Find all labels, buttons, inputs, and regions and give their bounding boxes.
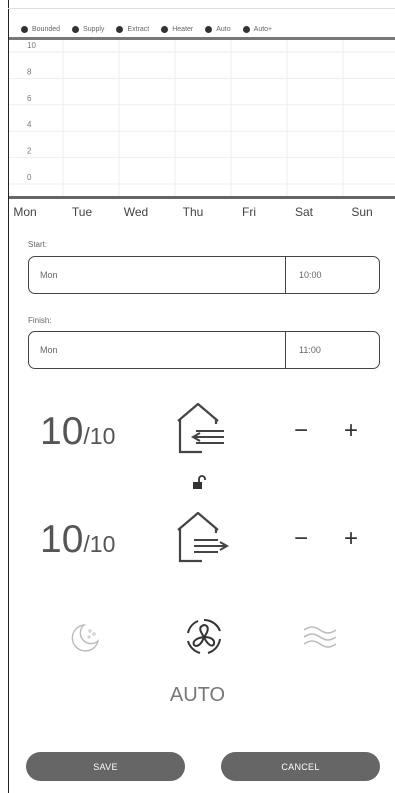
legend-label: Bounded — [32, 25, 61, 33]
night-mode-moon-icon[interactable] — [68, 621, 102, 655]
y-tick-label: 8 — [27, 67, 32, 76]
supply-increase-button[interactable]: + — [340, 419, 362, 443]
legend-item-supply[interactable]: Supply — [72, 25, 105, 33]
fan-auto-icon[interactable] — [184, 617, 224, 657]
x-axis-labels: Mon Tue Wed Thu Fri Sat Sun — [9, 205, 395, 221]
supply-house-icon — [177, 402, 224, 454]
finish-field: Mon 11:00 — [28, 331, 380, 369]
x-tick-label: Fri — [242, 205, 256, 219]
legend-dot — [161, 25, 169, 33]
extract-level-value: 10 — [40, 518, 84, 561]
cancel-button[interactable]: CANCEL — [221, 752, 380, 781]
start-time-input[interactable]: 10:00 — [286, 257, 379, 293]
top-divider — [8, 8, 395, 9]
legend-label: Supply — [83, 25, 105, 33]
unlock-icon[interactable] — [192, 475, 206, 489]
x-tick-label: Tue — [71, 205, 93, 219]
x-tick-label: Wed — [123, 205, 149, 219]
supply-decrease-button[interactable]: − — [290, 419, 312, 443]
x-tick-label: Sat — [294, 205, 314, 219]
boost-airflow-icon[interactable] — [302, 625, 338, 649]
legend-label: Heater — [172, 25, 194, 33]
supply-level: 10/10 — [40, 412, 115, 451]
extract-decrease-button[interactable]: − — [290, 527, 312, 551]
legend-dot — [116, 25, 124, 33]
y-tick-label: 2 — [27, 147, 32, 156]
schedule-chart[interactable]: 0 2 4 6 8 10 — [9, 40, 395, 196]
finish-day-select[interactable]: Mon — [29, 332, 286, 368]
extract-increase-button[interactable]: + — [340, 527, 362, 551]
legend-item-bounded[interactable]: Bounded — [21, 25, 61, 33]
supply-level-max: /10 — [83, 423, 116, 449]
y-tick-label: 6 — [27, 94, 32, 103]
legend-dot — [242, 25, 250, 33]
legend-label: Extract — [127, 25, 150, 33]
chart-legend: Bounded Supply Extract Heater Auto Auto+ — [9, 23, 395, 35]
legend-dot — [205, 25, 213, 33]
finish-label: Finish: — [28, 316, 52, 325]
chart-bottom-border — [9, 196, 395, 199]
mode-label: AUTO — [169, 684, 226, 706]
start-label: Start: — [28, 240, 48, 249]
start-day-select[interactable]: Mon — [29, 257, 286, 293]
x-tick-label: Mon — [13, 205, 37, 219]
extract-level: 10/10 — [40, 520, 115, 559]
legend-item-auto[interactable]: Auto — [205, 25, 231, 33]
y-tick-label: 0 — [27, 173, 32, 182]
y-tick-label: 4 — [27, 120, 32, 129]
schedule-chart-svg: 0 2 4 6 8 10 — [9, 40, 395, 196]
x-tick-label: Sun — [351, 205, 373, 219]
finish-time-input[interactable]: 11:00 — [286, 332, 379, 368]
legend-item-auto-plus[interactable]: Auto+ — [242, 25, 273, 33]
start-field: Mon 10:00 — [28, 256, 380, 294]
y-tick-label: 10 — [27, 41, 36, 50]
legend-label: Auto+ — [253, 25, 273, 33]
save-button[interactable]: SAVE — [26, 752, 185, 781]
legend-dot — [72, 25, 80, 33]
legend-item-heater[interactable]: Heater — [161, 25, 194, 33]
extract-level-max: /10 — [83, 531, 116, 557]
x-tick-label: Thu — [182, 205, 204, 219]
extract-house-icon — [177, 511, 230, 563]
supply-level-value: 10 — [40, 410, 84, 453]
legend-item-extract[interactable]: Extract — [116, 25, 150, 33]
legend-dot — [21, 25, 28, 33]
legend-label: Auto — [216, 25, 231, 33]
